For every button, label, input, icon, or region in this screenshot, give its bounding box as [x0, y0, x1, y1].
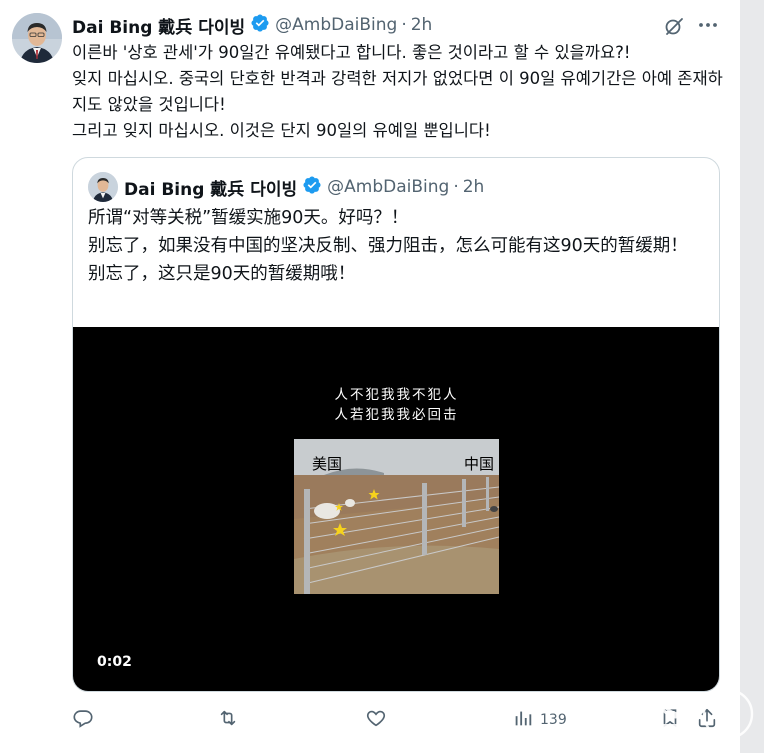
more-icon[interactable] [697, 14, 719, 36]
views-icon [512, 707, 534, 733]
video-player[interactable]: 人不犯我我不犯人 人若犯我我必回击 美国 中国 0:02 [73, 327, 719, 691]
retweet-icon [217, 707, 239, 733]
retweet-button[interactable] [217, 706, 239, 734]
verified-badge-icon [245, 13, 275, 38]
video-caption-line-2: 人若犯我我必回击 [334, 407, 459, 423]
video-frame: 人不犯我我不犯人 人若犯我我必回击 美国 中国 [294, 369, 499, 645]
separator-dot: · [453, 177, 459, 197]
like-button[interactable] [365, 706, 387, 734]
video-elapsed-time: 0:02 [97, 654, 132, 670]
post-time[interactable]: 2h [411, 15, 433, 35]
author-handle[interactable]: @AmbDaiBing [275, 15, 397, 35]
news1-watermark: 뉴스 1 [599, 684, 760, 744]
views-button[interactable]: 139 [512, 706, 567, 734]
author-avatar[interactable] [12, 13, 62, 63]
quoted-author-name: Dai Bing 戴兵 다이빙 [124, 179, 298, 200]
tweet-text: 이른바 '상호 관세'가 90일간 유예됐다고 합니다. 좋은 것이라고 할 수… [72, 43, 723, 140]
grok-icon[interactable] [663, 15, 685, 37]
reply-button[interactable] [72, 706, 94, 734]
reply-icon [72, 707, 94, 733]
svg-text:1: 1 [718, 695, 740, 739]
video-scene: 美国 中国 [294, 439, 499, 594]
page-scrollbar[interactable] [740, 0, 764, 753]
view-count: 139 [540, 712, 567, 728]
quoted-post-time: 2h [462, 177, 485, 197]
quoted-tweet-header: Dai Bing 戴兵 다이빙 @AmbDaiBing · 2h [124, 175, 485, 200]
svg-text:뉴스: 뉴스 [600, 691, 681, 740]
separator-dot: · [401, 15, 407, 35]
quoted-author-avatar[interactable] [88, 172, 118, 202]
tweet-header: Dai Bing 戴兵 다이빙 @AmbDaiBing · 2h [72, 13, 433, 38]
video-label-usa: 美国 [312, 455, 343, 473]
quoted-tweet[interactable]: Dai Bing 戴兵 다이빙 @AmbDaiBing · 2h 所谓“对等关税… [72, 157, 720, 692]
quoted-tweet-text: 所谓“对等关税”暂缓实施90天。好吗？！ 别忘了，如果没有中国的坚决反制、强力阻… [88, 208, 688, 284]
video-caption: 人不犯我我不犯人 人若犯我我必回击 [294, 385, 499, 425]
like-icon [365, 707, 387, 733]
quoted-author-handle: @AmbDaiBing [327, 177, 450, 197]
tweet-card: Dai Bing 戴兵 다이빙 @AmbDaiBing · 2h 이른바 '상호… [0, 0, 740, 753]
verified-badge-icon [297, 175, 327, 200]
author-name[interactable]: Dai Bing 戴兵 다이빙 [72, 13, 245, 38]
video-label-china: 中国 [464, 455, 495, 473]
video-caption-line-1: 人不犯我我不犯人 [334, 387, 459, 403]
